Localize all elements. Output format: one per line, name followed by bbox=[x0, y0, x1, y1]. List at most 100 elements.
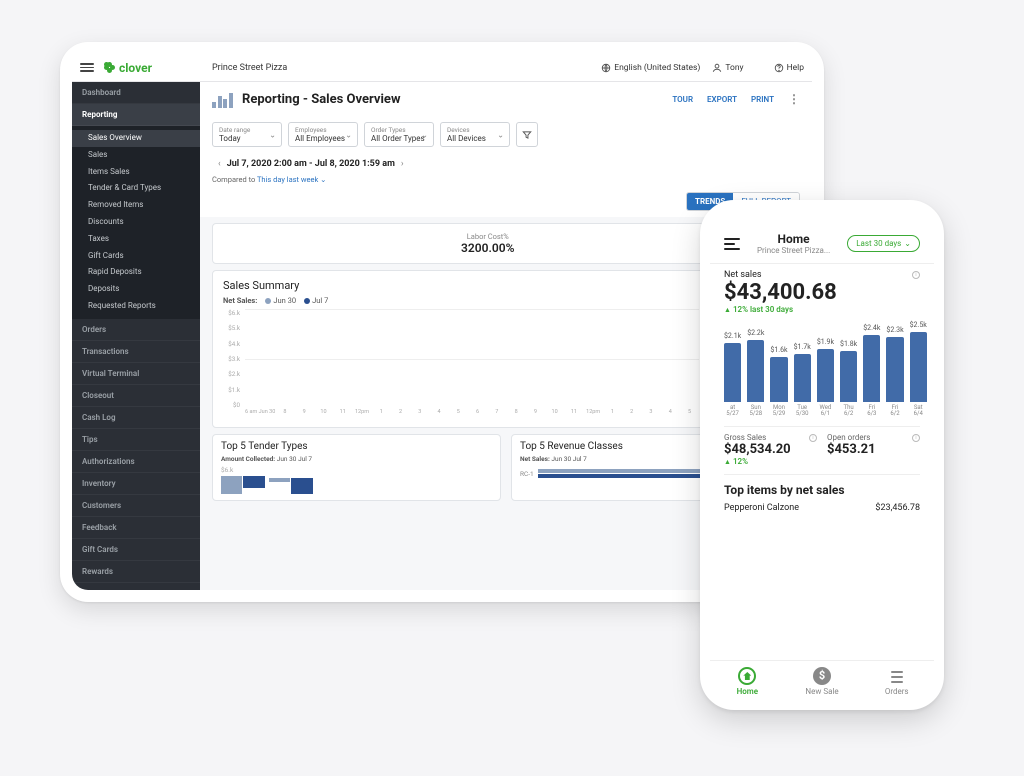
sidebar-cashlog[interactable]: Cash Log bbox=[72, 407, 200, 429]
date-navigator: ‹ Jul 7, 2020 2:00 am - Jul 8, 2020 1:59… bbox=[200, 153, 812, 175]
date-range-value: Today bbox=[219, 134, 275, 143]
kebab-icon[interactable]: ⋮ bbox=[788, 95, 800, 104]
chart-legend: Net Sales: Jun 30 Jul 7 bbox=[223, 296, 699, 305]
item-value: $23,456.78 bbox=[875, 503, 920, 513]
devices-select[interactable]: Devices All Devices ⌄ bbox=[440, 122, 510, 147]
print-link[interactable]: PRINT bbox=[751, 95, 774, 104]
chevron-down-icon: ⌄ bbox=[345, 130, 352, 139]
sidebar-item-sales[interactable]: Sales bbox=[72, 147, 200, 164]
nav-home[interactable]: Home bbox=[710, 667, 785, 696]
gross-delta: ▲ 12% bbox=[724, 457, 817, 466]
clover-logo[interactable]: clover bbox=[104, 61, 152, 75]
nav-orders[interactable]: Orders bbox=[859, 667, 934, 696]
sidebar-item-removed[interactable]: Removed Items bbox=[72, 197, 200, 214]
home-icon bbox=[738, 667, 756, 685]
sidebar-giftcards2[interactable]: Gift Cards bbox=[72, 539, 200, 561]
revenue-s1: Jun 30 bbox=[551, 455, 571, 463]
sidebar-item-taxes[interactable]: Taxes bbox=[72, 231, 200, 248]
date-range-select[interactable]: Date range Today ⌄ bbox=[212, 122, 282, 147]
sidebar-closeout[interactable]: Closeout bbox=[72, 385, 200, 407]
help-link[interactable]: Help bbox=[774, 63, 804, 73]
employees-select[interactable]: Employees All Employees ⌄ bbox=[288, 122, 358, 147]
dollar-icon: $ bbox=[813, 667, 831, 685]
employees-value: All Employees bbox=[295, 134, 351, 143]
phone-notch bbox=[777, 210, 867, 226]
globe-icon bbox=[601, 63, 611, 73]
sidebar-transactions[interactable]: Transactions bbox=[72, 341, 200, 363]
revenue-row-lbl: RC-1 bbox=[520, 470, 534, 478]
ordertypes-select[interactable]: Order Types All Order Types ⌄ bbox=[364, 122, 434, 147]
devices-label: Devices bbox=[447, 126, 503, 134]
range-pill[interactable]: Last 30 days ⌄ bbox=[847, 235, 920, 252]
sidebar-auth[interactable]: Authorizations bbox=[72, 451, 200, 473]
compare-label: Compared to bbox=[212, 175, 255, 184]
filter-button[interactable] bbox=[516, 122, 538, 147]
sidebar-item-reqrep[interactable]: Requested Reports bbox=[72, 298, 200, 315]
sidebar-promos[interactable]: Promos bbox=[72, 583, 200, 590]
sidebar-item-giftcards[interactable]: Gift Cards bbox=[72, 248, 200, 265]
open-value: $453.21 bbox=[827, 442, 920, 457]
tender-title: Top 5 Tender Types bbox=[221, 441, 492, 452]
gross-value: $48,534.20 bbox=[724, 442, 817, 457]
revenue-legend-lbl: Net Sales: bbox=[520, 455, 550, 463]
gross-label: Gross Sales bbox=[724, 433, 766, 442]
net-sales-label: Net sales bbox=[724, 270, 762, 280]
user-menu[interactable]: Tony bbox=[712, 63, 743, 73]
stack-icon bbox=[888, 667, 906, 685]
sidebar-inventory[interactable]: Inventory bbox=[72, 473, 200, 495]
chart-icon bbox=[212, 90, 234, 108]
sidebar-item-discounts[interactable]: Discounts bbox=[72, 214, 200, 231]
net-sales-value: $43,400.68 bbox=[724, 280, 920, 305]
sidebar-dashboard[interactable]: Dashboard bbox=[72, 82, 200, 104]
top-item-row[interactable]: Pepperoni Calzone $23,456.78 bbox=[724, 503, 920, 513]
chart-panel: Sales Summary Net Sales: Jun 30 Jul 7 $6… bbox=[213, 271, 709, 427]
open-orders-stat: Open orders i $453.21 bbox=[827, 433, 920, 466]
chevron-down-icon: ⌄ bbox=[421, 130, 428, 139]
x-axis: 6 am Jun 3089101112pm123456789101112pm12… bbox=[245, 409, 699, 419]
chevron-down-icon: ⌄ bbox=[904, 239, 911, 248]
summary-chart: $6.k$5.k$4.k$3.k$2.k$1.k$0 6 am Jun 3089… bbox=[223, 309, 699, 419]
up-arrow-icon: ▲ bbox=[724, 306, 731, 314]
info-icon[interactable]: i bbox=[912, 271, 920, 279]
chevron-down-icon: ⌄ bbox=[269, 130, 276, 139]
chevron-down-icon: ⌄ bbox=[497, 130, 504, 139]
sidebar-item-sales-overview[interactable]: Sales Overview bbox=[72, 130, 200, 147]
sidebar-feedback[interactable]: Feedback bbox=[72, 517, 200, 539]
sidebar-vterminal[interactable]: Virtual Terminal bbox=[72, 363, 200, 385]
nav-new-sale[interactable]: $ New Sale bbox=[785, 667, 860, 696]
info-icon[interactable]: i bbox=[809, 434, 817, 442]
legend-label: Net Sales: bbox=[223, 296, 257, 305]
language-label: English (United States) bbox=[614, 63, 700, 73]
legend-series-a: Jun 30 bbox=[273, 296, 296, 305]
topbar: clover Prince Street Pizza English (Unit… bbox=[72, 54, 812, 82]
sidebar-item-rapid[interactable]: Rapid Deposits bbox=[72, 264, 200, 281]
export-link[interactable]: EXPORT bbox=[707, 95, 737, 104]
prev-day-button[interactable]: ‹ bbox=[212, 159, 227, 169]
sidebar-reporting[interactable]: Reporting bbox=[72, 104, 200, 126]
compare-link[interactable]: This day last week ⌄ bbox=[257, 175, 326, 184]
hamburger-icon[interactable] bbox=[80, 63, 94, 72]
help-label: Help bbox=[787, 63, 804, 73]
sidebar-tips[interactable]: Tips bbox=[72, 429, 200, 451]
sidebar-item-tender-card[interactable]: Tender & Card Types bbox=[72, 180, 200, 197]
language-selector[interactable]: English (United States) bbox=[601, 63, 700, 73]
gross-sales-stat: Gross Sales i $48,534.20 ▲ 12% bbox=[724, 433, 817, 466]
user-name: Tony bbox=[725, 63, 743, 73]
info-icon[interactable]: i bbox=[912, 434, 920, 442]
tour-link[interactable]: TOUR bbox=[672, 95, 693, 104]
hamburger-icon[interactable] bbox=[724, 238, 740, 250]
nav-sale-label: New Sale bbox=[805, 687, 838, 696]
sidebar: Dashboard Reporting Sales Overview Sales… bbox=[72, 82, 200, 590]
next-day-button[interactable]: › bbox=[395, 159, 410, 169]
sidebar-rewards[interactable]: Rewards bbox=[72, 561, 200, 583]
tender-minibars bbox=[221, 476, 492, 494]
page-title-row: Reporting - Sales Overview TOUR EXPORT P… bbox=[200, 82, 812, 116]
top-items-title: Top items by net sales bbox=[724, 483, 920, 497]
tender-legend-lbl: Amount Collected: bbox=[221, 455, 275, 463]
sidebar-item-items-sales[interactable]: Items Sales bbox=[72, 164, 200, 181]
funnel-icon bbox=[522, 130, 532, 140]
sidebar-customers[interactable]: Customers bbox=[72, 495, 200, 517]
sidebar-orders[interactable]: Orders bbox=[72, 319, 200, 341]
top-items-block: Top items by net sales Pepperoni Calzone… bbox=[724, 474, 920, 513]
sidebar-item-deposits[interactable]: Deposits bbox=[72, 281, 200, 298]
